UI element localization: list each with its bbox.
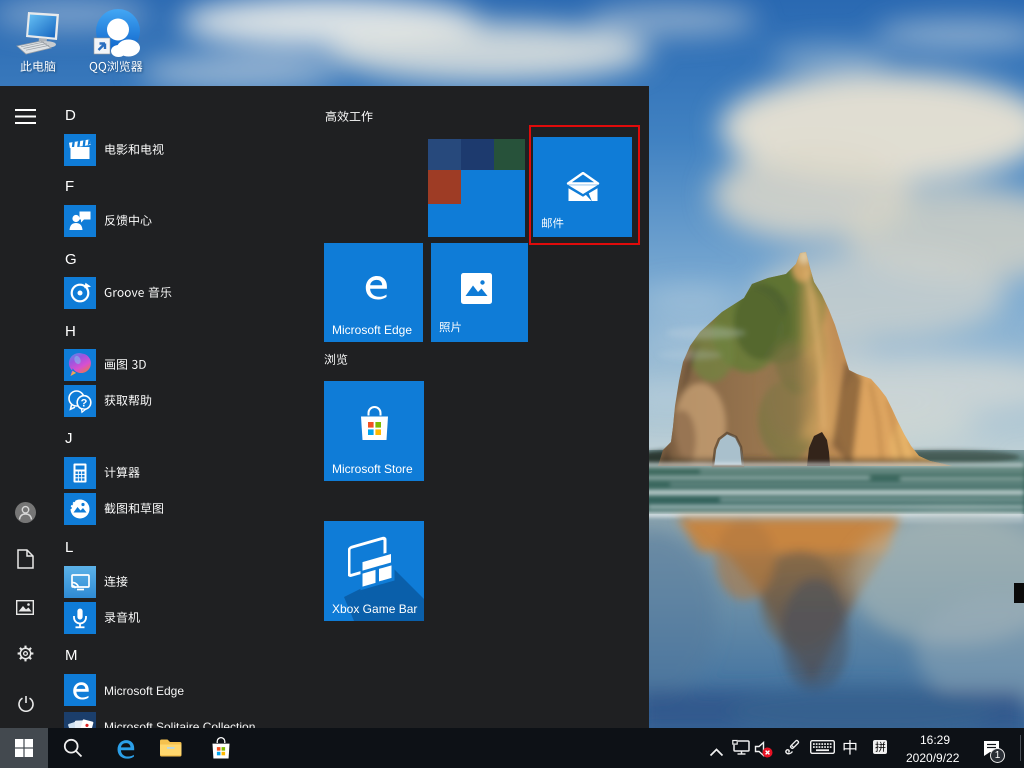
svg-text:?: ? [81, 398, 88, 410]
